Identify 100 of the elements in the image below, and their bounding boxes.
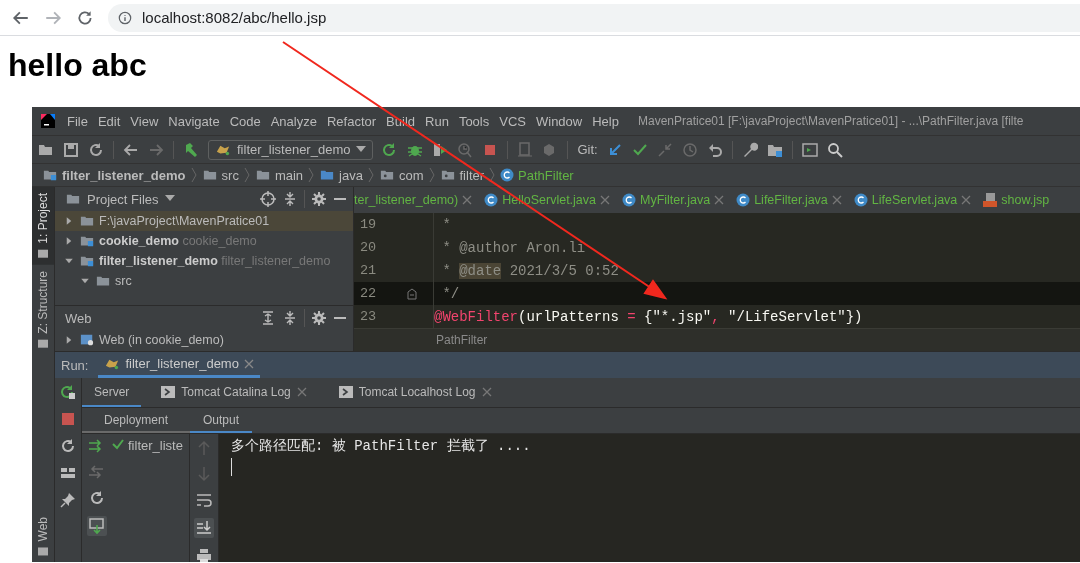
refresh-icon[interactable]: [60, 438, 76, 454]
pin-icon[interactable]: [60, 492, 76, 508]
tree-label: Web (in cookie_demo): [99, 333, 224, 347]
soft-wrap-icon[interactable]: [196, 492, 212, 508]
tool-window-tab[interactable]: Z: Structure: [32, 264, 54, 355]
panel-icon: [38, 248, 48, 259]
run-configuration-dropdown[interactable]: filter_listener_demo: [208, 139, 374, 160]
printer-icon[interactable]: [196, 548, 212, 562]
fold-marker-icon[interactable]: [406, 287, 417, 300]
breadcrumb-item[interactable]: java: [317, 167, 365, 183]
panel-title[interactable]: Project Files: [87, 191, 159, 207]
search-icon[interactable]: [826, 141, 843, 158]
breadcrumb-item[interactable]: src: [199, 167, 241, 183]
line-number: 23: [359, 309, 378, 324]
checkmark-icon: [112, 438, 124, 450]
tree-label: filter_listener_demo filter_listener_demo: [99, 254, 331, 268]
line-number: 20: [359, 240, 378, 255]
deployment-item[interactable]: filter_liste: [112, 434, 183, 453]
tree-item[interactable]: filter_listener_demo filter_listener_demo: [55, 251, 353, 271]
layout-icon[interactable]: [60, 465, 76, 481]
log-tab[interactable]: Tomcat Catalina Log: [149, 378, 319, 407]
tree-item[interactable]: F:\javaProject\MavenPratice01: [55, 211, 353, 231]
chevron-icon: [428, 167, 435, 183]
close-icon[interactable]: [462, 195, 473, 205]
collapse-all-icon[interactable]: [282, 310, 298, 326]
menu-item[interactable]: Window: [530, 113, 588, 129]
menu-item[interactable]: Refactor: [321, 113, 382, 129]
tree-item[interactable]: Web (in cookie_demo): [55, 330, 353, 350]
console-icon: [161, 384, 176, 399]
menu-item[interactable]: Navigate: [163, 113, 225, 129]
tool-window-tab[interactable]: Web: [32, 510, 54, 562]
menu-item[interactable]: Tools: [453, 113, 495, 129]
run-label: Run:: [61, 357, 89, 373]
console-output-line: 多个路径匹配: 被 PathFilter 拦截了 ....: [231, 437, 531, 456]
close-icon[interactable]: [600, 195, 610, 205]
chevron-icon: [190, 167, 197, 183]
menu-item[interactable]: VCS: [494, 113, 531, 129]
app-logo-icon: [40, 113, 56, 129]
expand-all-icon[interactable]: [260, 310, 276, 326]
code-line: *: [441, 216, 451, 233]
deploy-all-icon[interactable]: [87, 516, 107, 536]
window-title: MavenPratice01 [F:\javaProject\MavenPratice01] - ...\PathFilter.java [filte: [637, 114, 1024, 128]
close-icon[interactable]: [714, 195, 725, 205]
terminal-window-icon[interactable]: [801, 141, 818, 158]
log-tab[interactable]: Server: [82, 378, 142, 407]
settings-icon[interactable]: [311, 191, 327, 207]
log-tab[interactable]: Tomcat Localhost Log: [326, 378, 504, 407]
breadcrumb-item[interactable]: filter_listener_demo: [40, 167, 188, 183]
menu-item[interactable]: Code: [224, 113, 266, 129]
menu-item[interactable]: Edit: [92, 113, 126, 129]
menu-item[interactable]: Run: [420, 113, 454, 129]
chevron-icon: [489, 167, 496, 183]
close-icon[interactable]: [831, 195, 842, 205]
locate-target-icon[interactable]: [260, 191, 276, 207]
code-line: */: [441, 285, 460, 302]
code-line: * @author Aron.li: [441, 239, 586, 256]
editor-tab[interactable]: ter_listener_demo): [354, 187, 479, 213]
breadcrumb-item[interactable]: com: [376, 167, 426, 183]
refresh-icon[interactable]: [88, 141, 104, 158]
code-line: @WebFilter(urlPatterns = {"*.jsp", "/LifeServlet"}): [434, 308, 863, 325]
rerun-icon[interactable]: [60, 384, 76, 400]
tool-window-tab[interactable]: 1: Project: [32, 187, 54, 265]
menu-item[interactable]: Help: [587, 113, 624, 129]
editor-tab[interactable]: LifeFilter.java: [730, 187, 848, 213]
menu-item[interactable]: View: [125, 113, 164, 129]
stop-icon[interactable]: [60, 411, 76, 427]
reload-icon[interactable]: [76, 8, 94, 27]
close-icon[interactable]: [243, 358, 254, 369]
line-number: 22: [359, 286, 378, 301]
editor-tab[interactable]: show.jsp: [977, 187, 1056, 213]
menu-item[interactable]: Analyze: [265, 113, 322, 129]
menu-item[interactable]: File: [62, 113, 93, 129]
run-tab[interactable]: filter_listener_demo: [98, 352, 260, 378]
close-icon[interactable]: [296, 386, 307, 397]
jsp-file-icon: [983, 193, 998, 207]
close-icon[interactable]: [481, 386, 492, 397]
scroll-to-end-icon[interactable]: [194, 518, 214, 538]
tree-label: F:\javaProject\MavenPratice01: [99, 214, 270, 228]
hammer-icon[interactable]: [183, 141, 199, 158]
editor-tab[interactable]: MyFilter.java: [616, 187, 731, 213]
close-icon[interactable]: [961, 195, 972, 205]
code-breadcrumb[interactable]: PathFilter: [436, 333, 488, 347]
tree-item[interactable]: cookie_demo cookie_demo: [55, 231, 353, 251]
collapse-all-icon[interactable]: [282, 191, 298, 207]
web-module-icon: [79, 333, 95, 347]
breadcrumb-item[interactable]: main: [252, 167, 306, 183]
refresh-icon[interactable]: [89, 490, 105, 506]
editor-tab[interactable]: LifeServlet.java: [847, 187, 978, 213]
address-field[interactable]: localhost:8082/abc/hello.jsp: [108, 3, 1080, 32]
tree-item[interactable]: src: [55, 271, 353, 291]
settings-icon[interactable]: [311, 310, 327, 326]
panel-tab[interactable]: Deployment: [82, 408, 190, 433]
folder-icon: [79, 214, 95, 228]
save-icon[interactable]: [63, 141, 79, 158]
package-folder-icon: [439, 168, 456, 182]
dropdown-caret-icon: [356, 145, 367, 154]
text-cursor: [231, 458, 232, 476]
breadcrumb-item[interactable]: PathFilter: [498, 167, 576, 183]
back-arrow-icon[interactable]: [123, 141, 139, 158]
dropdown-caret-icon[interactable]: [164, 195, 175, 203]
